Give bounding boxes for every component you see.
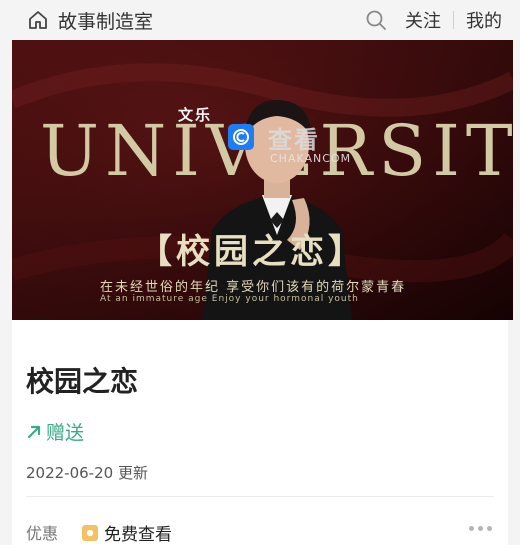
mine-button[interactable]: 我的: [466, 7, 502, 33]
follow-button[interactable]: 关注: [405, 7, 441, 33]
story-card: 校园之恋 赠送 2022-06-20 更新 优惠 免费查看: [12, 320, 508, 545]
promo-label: 优惠: [26, 524, 59, 543]
watermark-subtext: CHAKANCOM: [270, 152, 352, 165]
divider: [26, 496, 494, 497]
free-view-button[interactable]: 免费查看: [82, 520, 172, 545]
gift-label: 赠送: [46, 422, 85, 444]
banner-title: 【校园之恋】: [138, 232, 366, 272]
story-title: 校园之恋: [26, 365, 139, 398]
free-view-label: 免费查看: [104, 525, 172, 545]
coupon-icon: [82, 524, 98, 541]
banner-subtitle: 在未经世俗的年纪 享受你们该有的荷尔蒙青春: [100, 280, 407, 295]
cover-banner[interactable]: UNIVERSITY 文乐 查看 CHAKANCOM 【校园之恋】 在未经世俗的…: [12, 40, 513, 320]
arrow-up-right-icon: [27, 425, 41, 438]
search-icon[interactable]: [365, 9, 387, 31]
publisher-label: 文乐: [178, 106, 213, 124]
update-date: 2022-06-20 更新: [26, 464, 148, 482]
home-icon[interactable]: [26, 8, 50, 32]
brand-title[interactable]: 故事制造室: [58, 7, 153, 34]
watermark-text: 查看: [268, 126, 320, 154]
top-bar: 故事制造室 关注 我的: [0, 0, 520, 40]
header-divider: [453, 11, 454, 29]
gift-button[interactable]: 赠送: [26, 418, 84, 445]
logo-badge-icon: [228, 124, 254, 150]
banner-subtitle-en: At an immature age Enjoy your hormonal y…: [100, 294, 359, 304]
more-icon[interactable]: [469, 526, 492, 531]
